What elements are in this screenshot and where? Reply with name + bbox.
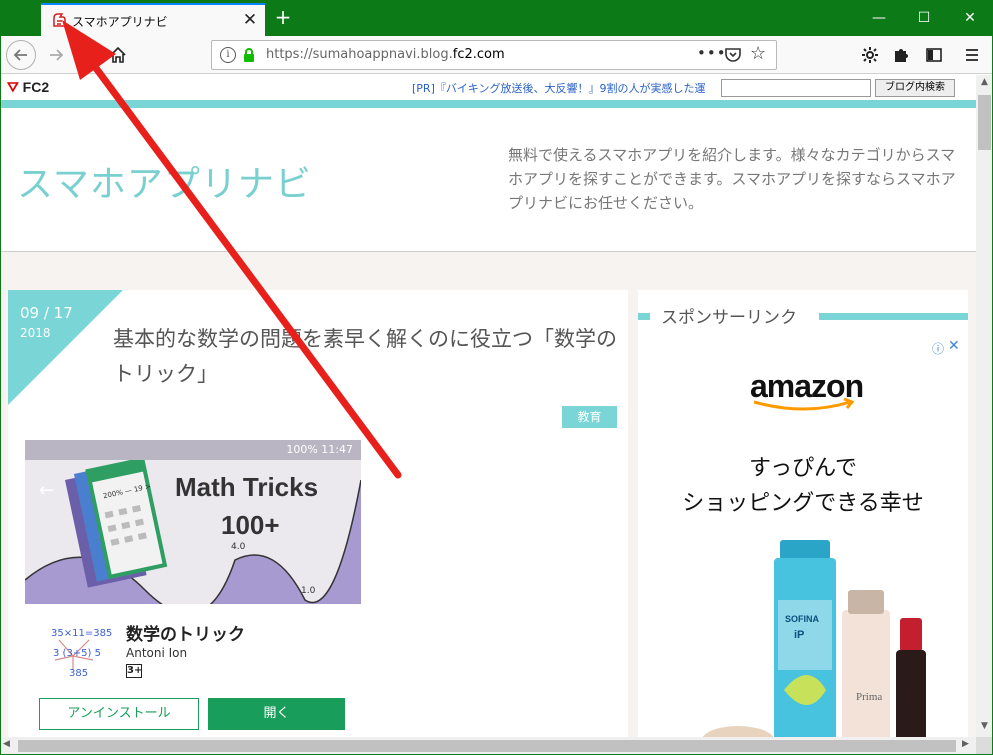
close-window-button[interactable]: ✕ bbox=[947, 0, 993, 36]
addons-button[interactable] bbox=[888, 41, 916, 69]
category-tag[interactable]: 教育 bbox=[562, 406, 617, 428]
banner-title: Math Tricks bbox=[175, 472, 319, 502]
app-screenshot: 100% 11:47 200% — 19 > ← ⌕ Math Tricks 1… bbox=[25, 440, 361, 604]
bookmark-star-icon[interactable]: ☆ bbox=[750, 43, 766, 64]
app-logo: 35×11=385 3 (3+5) 5 385 bbox=[41, 626, 112, 682]
lock-icon bbox=[244, 48, 254, 62]
tab-title: スマホアプリナビ bbox=[72, 15, 168, 29]
browser-window: スマホアプリナビ ✕ + — ☐ ✕ i https://sumahoappna… bbox=[0, 0, 993, 755]
url-text[interactable]: https://sumahoappnavi.blog.fc2.com bbox=[266, 47, 505, 62]
phone-status-text: 100% 11:47 bbox=[286, 443, 353, 456]
back-button[interactable] bbox=[6, 40, 36, 70]
article-year: 2018 bbox=[20, 326, 51, 340]
forward-button[interactable] bbox=[42, 41, 70, 69]
ad-copy-line2[interactable]: ショッピングできる幸せ bbox=[638, 485, 968, 517]
uninstall-button[interactable]: アンインストール bbox=[39, 698, 199, 730]
scrollbar-corner bbox=[976, 737, 993, 755]
url-bar[interactable]: i https://sumahoappnavi.blog.fc2.com •••… bbox=[211, 40, 777, 70]
app-logo-line1: 35×11=385 bbox=[51, 628, 113, 639]
ad-info-icon[interactable]: ⓘ bbox=[932, 340, 944, 357]
minimize-button[interactable]: — bbox=[856, 0, 902, 36]
app-banner: 200% — 19 > ← ⌕ Math Tricks 100+ 4.0 1.0 bbox=[25, 460, 361, 604]
sponsor-heading: スポンサーリンク bbox=[661, 308, 797, 328]
app-developer: Antoni Ion bbox=[126, 646, 188, 660]
cosmetics-product-image[interactable]: SOFINA iP Prima bbox=[698, 540, 938, 737]
back-arrow-icon bbox=[13, 49, 27, 61]
maximize-button[interactable]: ☐ bbox=[901, 0, 947, 36]
home-button[interactable] bbox=[104, 41, 132, 69]
heading-accent-right bbox=[819, 313, 968, 320]
reload-button[interactable] bbox=[76, 41, 104, 69]
page-viewport: ⛛ FC2 [PR]『バイキング放送後、大反響！』9割の人が実感した運 ブログ内… bbox=[1, 75, 976, 737]
article-title[interactable]: 基本的な数学の問題を素早く解くのに役立つ「数学のトリック」 bbox=[113, 322, 628, 392]
scroll-right-icon[interactable]: ▶ bbox=[962, 739, 969, 749]
fc2-top-bar: ⛛ FC2 [PR]『バイキング放送後、大反響！』9割の人が実感した運 ブログ内… bbox=[1, 75, 976, 100]
header-accent-line bbox=[1, 100, 976, 108]
menu-button[interactable] bbox=[958, 41, 986, 69]
ad-copy-line1[interactable]: すっぴんで bbox=[638, 450, 968, 482]
graph-label-4: 4.0 bbox=[231, 542, 246, 552]
app-logo-line3: 385 bbox=[69, 668, 89, 679]
tab-active[interactable]: スマホアプリナビ ✕ bbox=[41, 3, 265, 36]
vertical-scroll-thumb[interactable] bbox=[978, 95, 991, 150]
content-area: 09 / 17 2018 基本的な数学の問題を素早く解くのに役立つ「数学のトリッ… bbox=[1, 252, 976, 737]
home-icon bbox=[110, 46, 126, 63]
app-logo-line2: 3 (3+5) 5 bbox=[53, 648, 101, 659]
vertical-scrollbar[interactable]: ▲ ▼ bbox=[976, 75, 993, 737]
title-bar: スマホアプリナビ ✕ + — ☐ ✕ bbox=[0, 0, 993, 36]
graph-label-1: 1.0 bbox=[301, 586, 316, 596]
site-info-icon[interactable]: i bbox=[220, 47, 236, 63]
tab-close-icon[interactable]: ✕ bbox=[239, 9, 261, 31]
article-date: 09 / 17 bbox=[20, 304, 73, 322]
scroll-down-icon[interactable]: ▼ bbox=[976, 721, 993, 735]
blog-search-input[interactable] bbox=[721, 79, 871, 97]
puzzle-icon bbox=[895, 49, 908, 62]
product-label-1: SOFINA bbox=[785, 614, 820, 624]
forward-arrow-icon bbox=[50, 49, 64, 61]
banner-count: 100+ bbox=[221, 510, 280, 540]
reload-icon bbox=[84, 48, 96, 61]
sidebar: スポンサーリンク ⓘ ✕ amazon すっぴんで ショッピングできる幸せ SO… bbox=[638, 290, 968, 737]
pr-ad-link[interactable]: [PR]『バイキング放送後、大反響！』9割の人が実感した運 bbox=[412, 80, 706, 96]
product-label-3: Prima bbox=[856, 691, 882, 703]
navigation-bar: i https://sumahoappnavi.blog.fc2.com •••… bbox=[0, 36, 993, 74]
gear-icon bbox=[862, 47, 878, 63]
horizontal-scrollbar[interactable]: ◀ ▶ bbox=[0, 737, 976, 755]
blog-header: スマホアプリナビ 無料で使えるスマホアプリを紹介します。様々なカテゴリからスマホ… bbox=[1, 108, 976, 252]
horizontal-scroll-thumb[interactable] bbox=[18, 740, 956, 752]
fc2-logo[interactable]: ⛛ FC2 bbox=[7, 79, 49, 96]
ad-close-icon[interactable]: ✕ bbox=[948, 338, 960, 354]
blog-search-button[interactable]: ブログ内検索 bbox=[875, 79, 955, 97]
fc2-favicon-icon bbox=[53, 13, 66, 27]
app-name: 数学のトリック bbox=[126, 625, 245, 645]
new-tab-button[interactable]: + bbox=[272, 6, 294, 28]
pocket-icon[interactable] bbox=[724, 46, 742, 64]
sidebar-toggle-button[interactable] bbox=[920, 41, 948, 69]
page-actions-icon[interactable]: ••• bbox=[697, 44, 727, 62]
extension-gear-button[interactable] bbox=[856, 41, 884, 69]
article-card: 09 / 17 2018 基本的な数学の問題を素早く解くのに役立つ「数学のトリッ… bbox=[8, 290, 628, 737]
scroll-up-icon[interactable]: ▲ bbox=[976, 77, 993, 91]
sidebar-icon bbox=[926, 48, 942, 62]
blog-description: 無料で使えるスマホアプリを紹介します。様々なカテゴリからスマホアプリを探すことが… bbox=[508, 146, 956, 212]
age-rating-badge: 3+ bbox=[126, 664, 143, 678]
scroll-left-icon[interactable]: ◀ bbox=[3, 739, 10, 749]
open-app-button[interactable]: 開く bbox=[208, 698, 345, 730]
phone-back-arrow-icon: ← bbox=[39, 480, 55, 501]
phone-status-bar: 100% 11:47 bbox=[25, 440, 361, 460]
heading-accent-left bbox=[638, 313, 650, 320]
hamburger-menu-icon bbox=[966, 49, 978, 61]
blog-title[interactable]: スマホアプリナビ bbox=[17, 155, 312, 207]
amazon-smile-icon bbox=[753, 398, 855, 411]
product-label-2: iP bbox=[794, 629, 804, 641]
